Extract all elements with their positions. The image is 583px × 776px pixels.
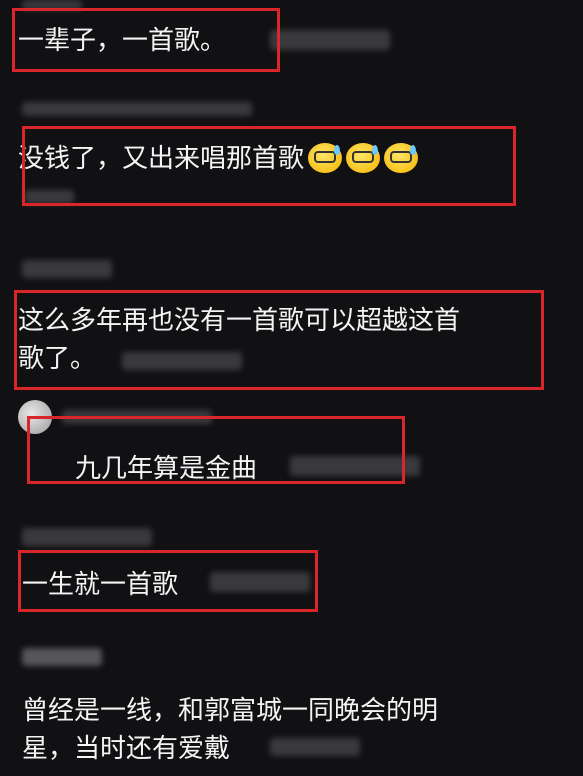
username-blurred <box>22 648 102 666</box>
comment-line: 曾经是一线，和郭富城一同晚会的明 <box>22 696 439 726</box>
username-blurred <box>22 528 152 546</box>
comment-text: 曾经是一线，和郭富城一同晚会的明 星，当时还有爱戴 <box>22 692 552 768</box>
comment-line: 星，当时还有爱戴 <box>22 734 231 764</box>
highlight-box <box>14 290 544 390</box>
username-blurred <box>22 102 252 116</box>
timestamp-blurred <box>270 738 360 756</box>
highlight-box <box>18 550 318 612</box>
highlight-box <box>27 416 405 484</box>
username-blurred <box>22 260 112 278</box>
timestamp-blurred <box>270 30 390 50</box>
highlight-box <box>12 8 280 72</box>
highlight-box <box>22 126 516 206</box>
